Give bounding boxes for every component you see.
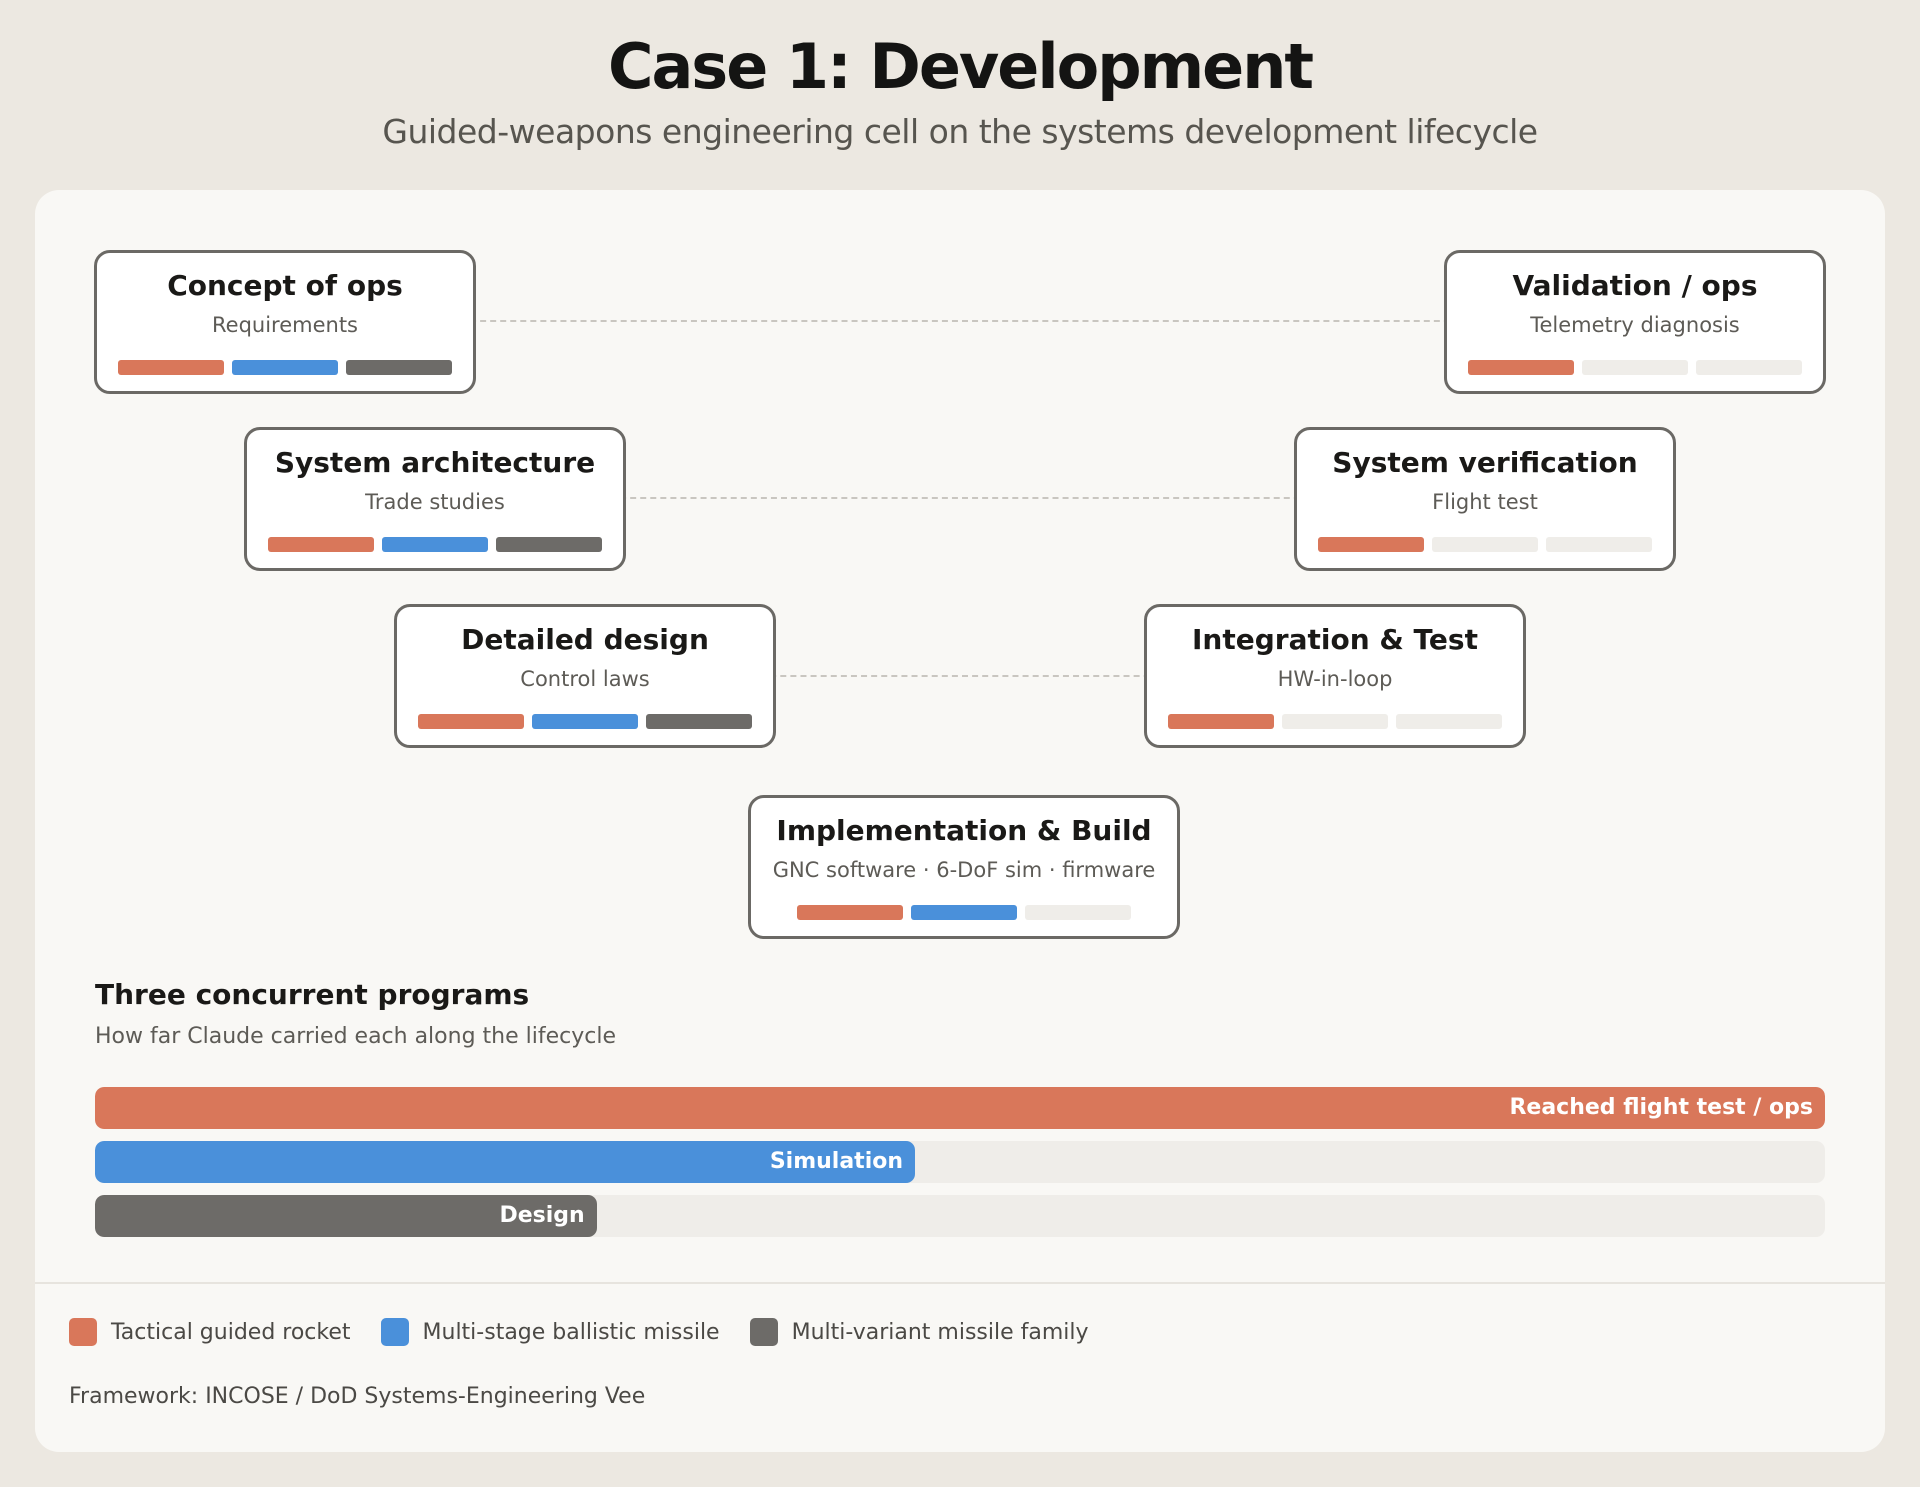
stage-system-verification: System verification Flight test xyxy=(1294,427,1676,571)
progress-fill: Design xyxy=(95,1195,597,1237)
coverage-segment xyxy=(1396,714,1502,729)
progress-fill: Reached flight test / ops xyxy=(95,1087,1825,1129)
page-subtitle: Guided-weapons engineering cell on the s… xyxy=(382,112,1538,151)
legend-item-family: Multi-variant missile family xyxy=(749,1318,1089,1346)
legend-swatch xyxy=(749,1318,778,1346)
coverage-segment xyxy=(496,537,602,552)
connector-design-integration xyxy=(750,675,1180,677)
coverage-segment xyxy=(1582,360,1688,375)
coverage-bars xyxy=(1447,360,1823,375)
stage-title: Implementation & Build xyxy=(776,814,1152,847)
legend-swatch xyxy=(69,1318,97,1346)
coverage-segment xyxy=(646,714,752,729)
programs-title: Three concurrent programs xyxy=(95,978,530,1011)
framework-footnote: Framework: INCOSE / DoD Systems-Engineer… xyxy=(69,1384,646,1409)
coverage-bars xyxy=(1297,537,1673,552)
stage-subtitle: Control laws xyxy=(520,667,650,691)
stage-title: Validation / ops xyxy=(1512,269,1758,302)
coverage-segment xyxy=(797,905,903,920)
stage-title: System verification xyxy=(1332,446,1638,479)
legend-item-rocket: Tactical guided rocket xyxy=(69,1318,351,1346)
stage-validation-ops: Validation / ops Telemetry diagnosis xyxy=(1444,250,1826,394)
stage-integration-test: Integration & Test HW-in-loop xyxy=(1144,604,1526,748)
stage-subtitle: GNC software · 6-DoF sim · firmware xyxy=(772,858,1156,882)
coverage-segment xyxy=(118,360,224,375)
coverage-segment xyxy=(532,714,638,729)
legend-swatch xyxy=(380,1318,409,1346)
coverage-segment xyxy=(1696,360,1802,375)
coverage-bars xyxy=(751,905,1177,920)
progress-track-ballistic: Simulation xyxy=(95,1141,1825,1183)
progress-track-rocket: Reached flight test / ops xyxy=(95,1087,1825,1129)
legend-label: Multi-stage ballistic missile xyxy=(422,1319,720,1345)
stage-subtitle: Flight test xyxy=(1432,490,1538,514)
stage-subtitle: Trade studies xyxy=(365,490,505,514)
stage-detailed-design: Detailed design Control laws xyxy=(394,604,776,748)
progress-label: Design xyxy=(499,1203,585,1228)
page-title: Case 1: Development xyxy=(607,30,1314,103)
coverage-segment xyxy=(1468,360,1574,375)
stage-system-architecture: System architecture Trade studies xyxy=(244,427,626,571)
stage-title: Concept of ops xyxy=(167,269,403,302)
coverage-segment xyxy=(346,360,452,375)
coverage-bars xyxy=(97,360,473,375)
legend: Tactical guided rocket Multi-stage balli… xyxy=(69,1318,1119,1346)
stage-title: System architecture xyxy=(274,446,596,479)
stage-subtitle: HW-in-loop xyxy=(1277,667,1393,691)
coverage-bars xyxy=(1147,714,1523,729)
coverage-segment xyxy=(911,905,1017,920)
divider xyxy=(35,1282,1885,1284)
coverage-segment xyxy=(1432,537,1538,552)
main-card: Concept of ops Requirements System archi… xyxy=(35,190,1885,1452)
stage-title: Integration & Test xyxy=(1192,623,1478,656)
programs-subtitle: How far Claude carried each along the li… xyxy=(95,1024,616,1049)
coverage-segment xyxy=(1168,714,1274,729)
coverage-bars xyxy=(247,537,623,552)
vee-diagram: Concept of ops Requirements System archi… xyxy=(35,190,1885,960)
stage-subtitle: Requirements xyxy=(212,313,358,337)
legend-label: Multi-variant missile family xyxy=(791,1319,1089,1345)
connector-architecture-verification xyxy=(600,497,1330,499)
coverage-segment xyxy=(1318,537,1424,552)
coverage-segment xyxy=(1282,714,1388,729)
coverage-segment xyxy=(418,714,524,729)
stage-subtitle: Telemetry diagnosis xyxy=(1530,313,1740,337)
stage-concept-of-ops: Concept of ops Requirements xyxy=(94,250,476,394)
coverage-segment xyxy=(1025,905,1131,920)
coverage-segment xyxy=(382,537,488,552)
progress-label: Reached flight test / ops xyxy=(1509,1095,1813,1120)
coverage-segment xyxy=(232,360,338,375)
progress-track-family: Design xyxy=(95,1195,1825,1237)
coverage-bars xyxy=(397,714,773,729)
legend-item-ballistic: Multi-stage ballistic missile xyxy=(380,1318,720,1346)
connector-concept-validation xyxy=(450,320,1480,322)
stage-implementation-build: Implementation & Build GNC software · 6-… xyxy=(748,795,1180,939)
legend-label: Tactical guided rocket xyxy=(111,1319,351,1345)
progress-fill: Simulation xyxy=(95,1141,916,1183)
coverage-segment xyxy=(268,537,374,552)
progress-label: Simulation xyxy=(769,1149,904,1174)
stage-title: Detailed design xyxy=(461,623,709,656)
coverage-segment xyxy=(1546,537,1652,552)
